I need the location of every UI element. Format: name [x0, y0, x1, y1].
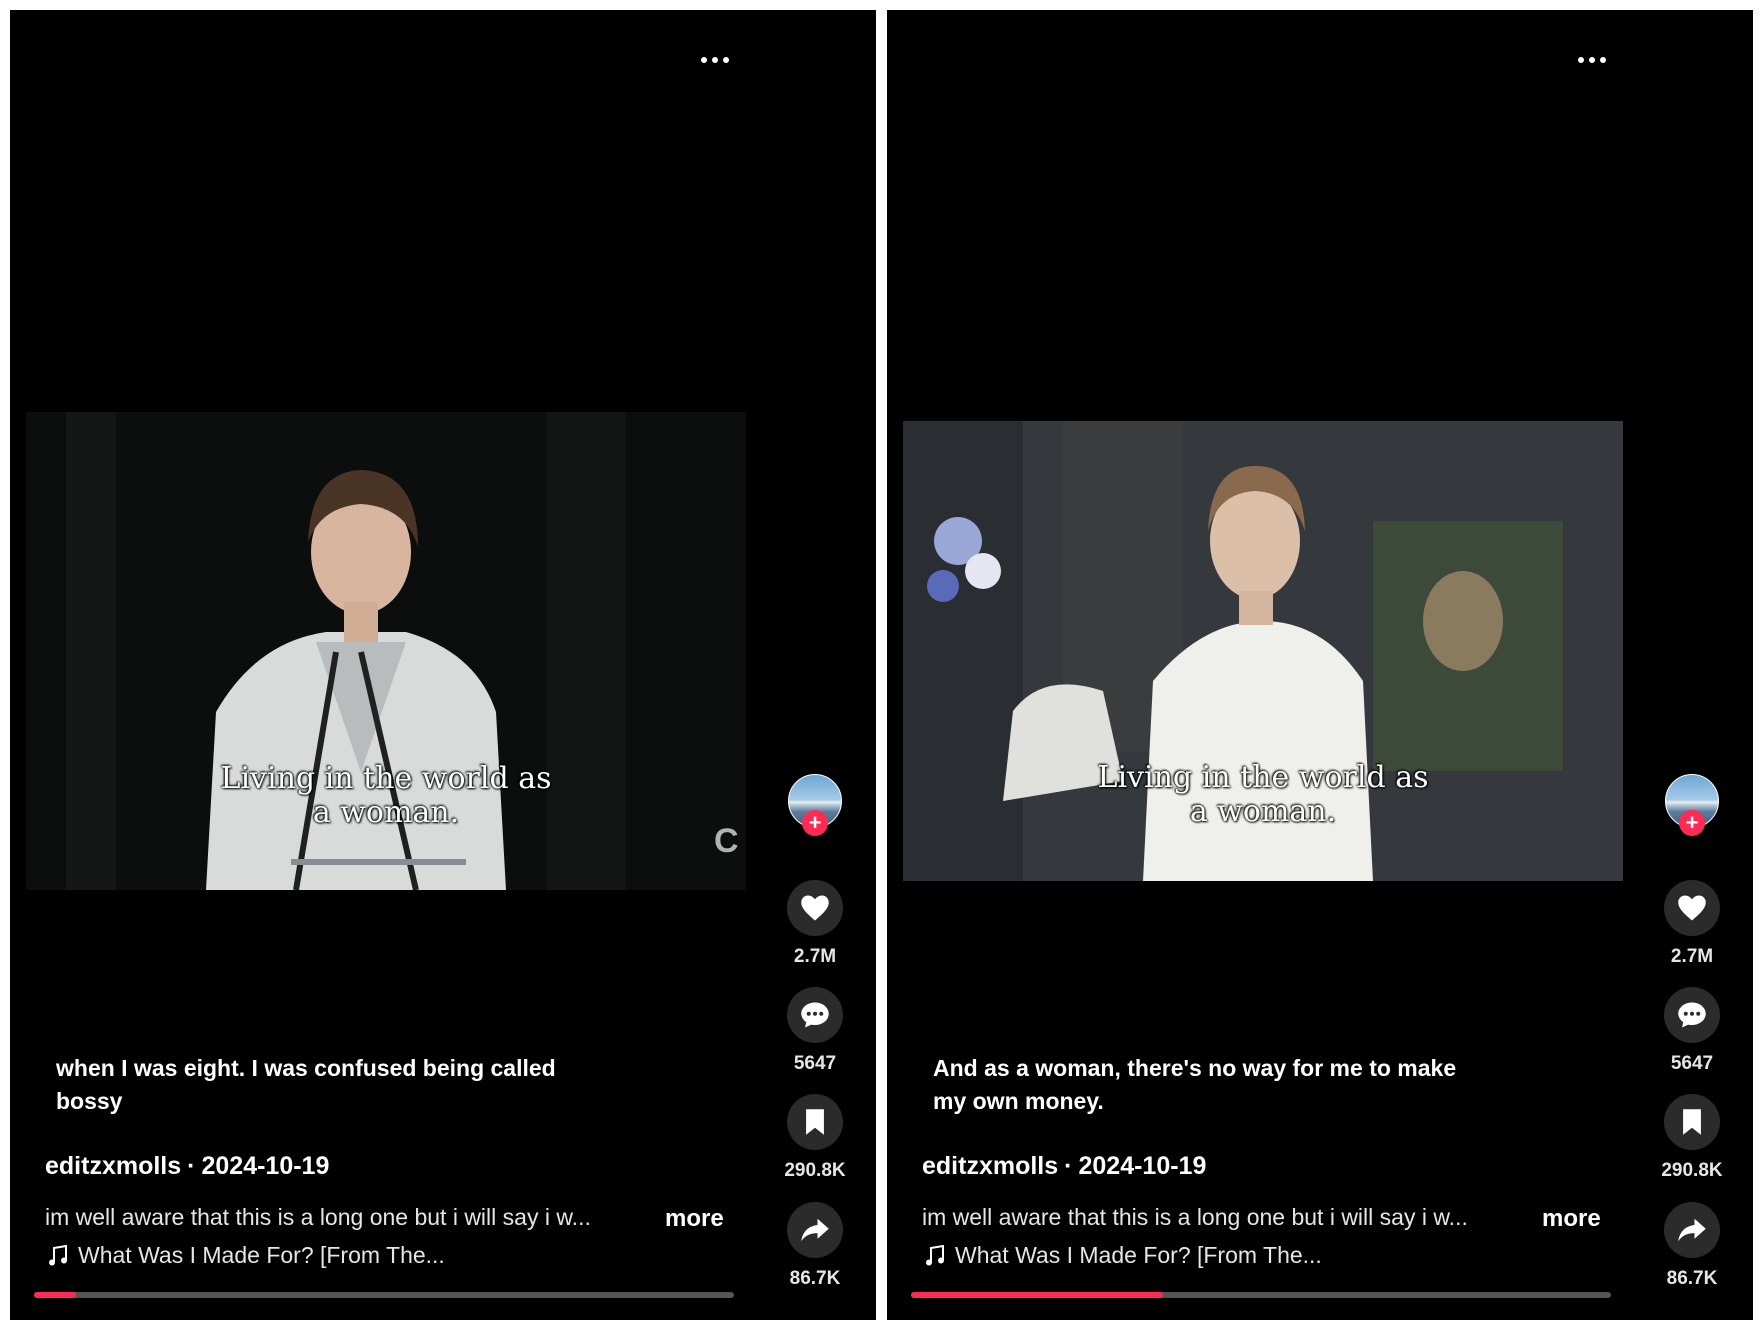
bookmark-icon [1683, 1109, 1701, 1135]
creator-avatar-wrap[interactable]: + [788, 774, 842, 840]
video-subtitle-line-2: a woman. [312, 795, 460, 830]
like-count: 2.7M [1670, 946, 1714, 967]
description-text: im well aware that this is a long one bu… [922, 1204, 1468, 1230]
music-note-icon [926, 1244, 944, 1265]
comment-count: 5647 [793, 1053, 837, 1074]
share-count: 86.7K [1666, 1268, 1718, 1289]
video-subtitle-line-2: a woman. [1189, 794, 1337, 829]
video-post-right: Living in the world as a woman. + 2.7M 5… [887, 10, 1753, 1320]
share-icon [801, 1218, 829, 1242]
post-date: 2024-10-19 [1078, 1152, 1207, 1180]
music-track[interactable]: What Was I Made For? [From The... [925, 1242, 1322, 1269]
video-subtitle-line-1: Living in the world as [220, 761, 552, 796]
like-count: 2.7M [793, 946, 837, 967]
more-options-icon[interactable] [690, 46, 740, 74]
more-link[interactable]: more [1542, 1205, 1601, 1233]
video-progress-bar[interactable] [34, 1292, 734, 1298]
like-button[interactable] [1664, 880, 1720, 936]
post-date: 2024-10-19 [201, 1152, 330, 1180]
music-title: What Was I Made For? [From The... [78, 1242, 445, 1268]
video-player[interactable]: Living in the world as a woman. [903, 421, 1623, 881]
follow-plus-icon[interactable]: + [1679, 810, 1705, 836]
more-link[interactable]: more [665, 1205, 724, 1233]
news-logo-watermark: C [714, 822, 739, 860]
video-caption-text: when I was eight. I was confused being c… [56, 1055, 556, 1114]
comment-icon [1678, 1002, 1706, 1028]
heart-icon [801, 895, 829, 921]
video-progress-fill [911, 1292, 1163, 1298]
post-meta: editzxmolls · 2024-10-19 [45, 1152, 329, 1181]
username-link[interactable]: editzxmolls [45, 1152, 181, 1180]
creator-avatar-wrap[interactable]: + [1665, 774, 1719, 840]
save-count: 290.8K [784, 1160, 846, 1181]
bookmark-icon [806, 1109, 824, 1135]
post-description: im well aware that this is a long one bu… [922, 1204, 1622, 1234]
video-progress-bar[interactable] [911, 1292, 1611, 1298]
comment-button[interactable] [787, 987, 843, 1043]
comment-count: 5647 [1670, 1053, 1714, 1074]
meta-separator: · [187, 1152, 196, 1180]
username-link[interactable]: editzxmolls [922, 1152, 1058, 1180]
more-options-icon[interactable] [1567, 46, 1617, 74]
video-subtitle-line-1: Living in the world as [1097, 760, 1429, 795]
save-count: 290.8K [1661, 1160, 1723, 1181]
heart-icon [1678, 895, 1706, 921]
comment-icon [801, 1002, 829, 1028]
share-count: 86.7K [789, 1268, 841, 1289]
post-description: im well aware that this is a long one bu… [45, 1204, 745, 1234]
music-title: What Was I Made For? [From The... [955, 1242, 1322, 1268]
save-button[interactable] [1664, 1094, 1720, 1150]
video-player[interactable]: Living in the world as a woman. C [26, 412, 746, 890]
share-button[interactable] [787, 1202, 843, 1258]
save-button[interactable] [787, 1094, 843, 1150]
follow-plus-icon[interactable]: + [802, 810, 828, 836]
video-post-left: Living in the world as a woman. C + 2.7M… [10, 10, 876, 1320]
comment-button[interactable] [1664, 987, 1720, 1043]
music-note-icon [49, 1244, 67, 1265]
meta-separator: · [1064, 1152, 1073, 1180]
description-text: im well aware that this is a long one bu… [45, 1204, 591, 1230]
action-sidebar: + 2.7M 5647 290.8K 86.7K [1647, 10, 1737, 1320]
music-track[interactable]: What Was I Made For? [From The... [48, 1242, 445, 1269]
video-progress-fill [34, 1292, 76, 1298]
share-icon [1678, 1218, 1706, 1242]
video-caption-text: And as a woman, there's no way for me to… [933, 1055, 1457, 1114]
action-sidebar: + 2.7M 5647 290.8K 86.7K [770, 10, 860, 1320]
like-button[interactable] [787, 880, 843, 936]
post-meta: editzxmolls · 2024-10-19 [922, 1152, 1206, 1181]
share-button[interactable] [1664, 1202, 1720, 1258]
